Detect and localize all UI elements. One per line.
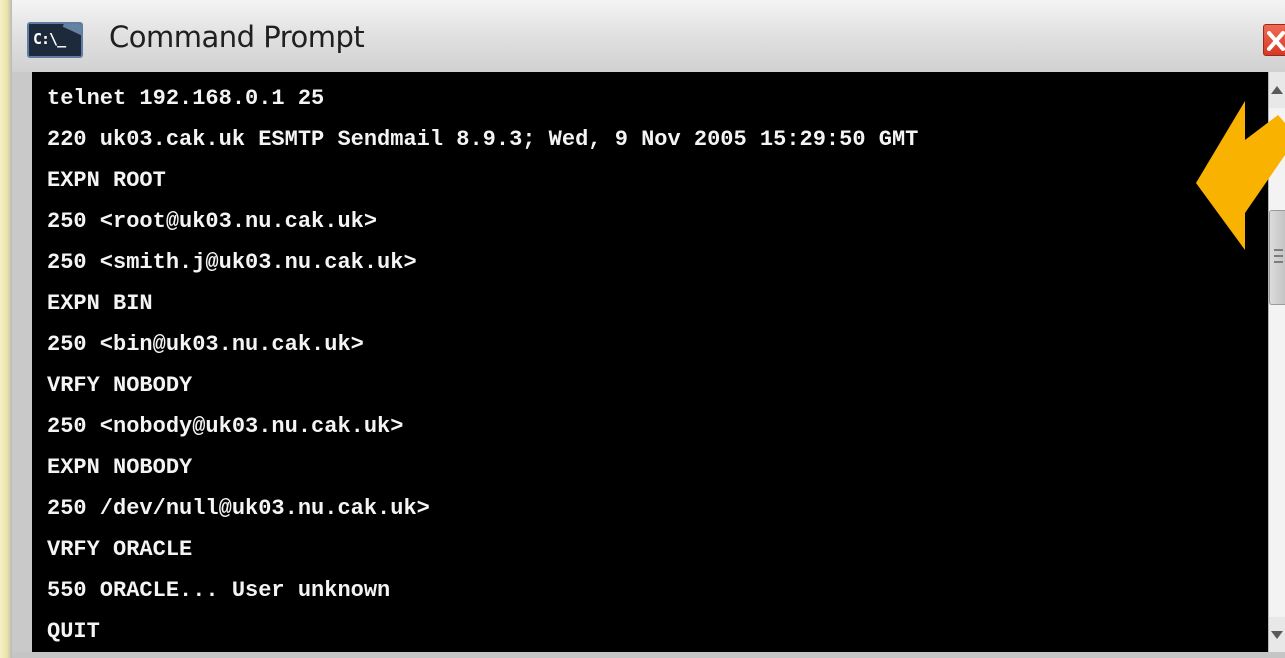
- console-line: 550 ORACLE... User unknown: [47, 578, 391, 603]
- console-line: VRFY ORACLE: [47, 537, 193, 562]
- console-line: VRFY NOBODY: [47, 373, 193, 398]
- console-line: QUIT: [47, 619, 100, 644]
- console-output[interactable]: telnet 192.168.0.1 25 220 uk03.cak.uk ES…: [32, 72, 1268, 653]
- console-line: EXPN NOBODY: [47, 455, 193, 480]
- close-button[interactable]: [1263, 24, 1285, 56]
- cmd-icon-text: C:\_: [33, 30, 66, 48]
- window-bottom-border: [12, 652, 1285, 658]
- console-line: EXPN BIN: [47, 291, 153, 316]
- console-line: 250 <bin@uk03.nu.cak.uk>: [47, 332, 364, 357]
- console-line: 250 <root@uk03.nu.cak.uk>: [47, 209, 378, 234]
- scroll-down-icon: [1271, 631, 1283, 639]
- background-strip: [0, 0, 12, 658]
- cmd-icon: C:\_: [27, 22, 83, 58]
- command-prompt-window: C:\_ Command Prompt telnet 192.168.0.1 2…: [12, 0, 1285, 658]
- console-line: 250 /dev/null@uk03.nu.cak.uk>: [47, 496, 430, 521]
- console-line: telnet 192.168.0.1 25: [47, 86, 325, 111]
- close-icon: [1267, 31, 1285, 51]
- title-bar[interactable]: C:\_ Command Prompt: [12, 1, 1285, 72]
- window-title: Command Prompt: [109, 20, 365, 54]
- console-line: 250 <smith.j@uk03.nu.cak.uk>: [47, 250, 417, 275]
- annotation-arrow-icon: [1196, 101, 1285, 250]
- console-line: EXPN ROOT: [47, 168, 166, 193]
- scroll-down-button[interactable]: [1269, 617, 1285, 653]
- console-line: 220 uk03.cak.uk ESMTP Sendmail 8.9.3; We…: [47, 127, 919, 152]
- console-line: 250 <nobody@uk03.nu.cak.uk>: [47, 414, 404, 439]
